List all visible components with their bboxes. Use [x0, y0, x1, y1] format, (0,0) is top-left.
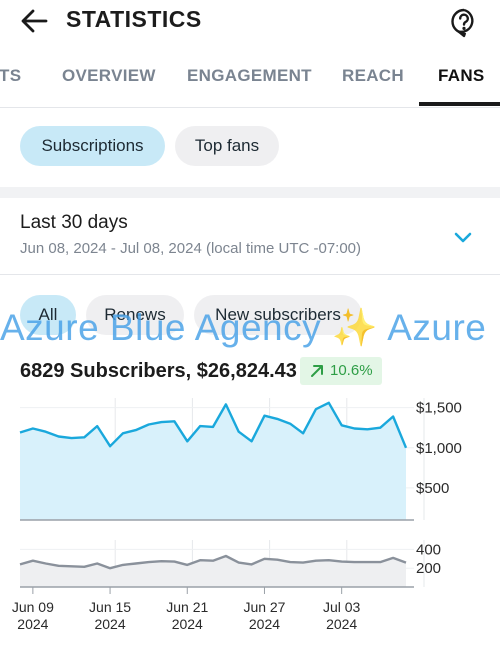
y-tick-label: 200 [416, 560, 441, 577]
arrow-up-right-icon [311, 365, 323, 377]
tab-reach[interactable]: REACH [342, 66, 404, 86]
x-tick-year: 2024 [172, 616, 203, 632]
y-tick-label: $1,000 [416, 440, 462, 457]
x-tick-date: Jun 27 [243, 599, 285, 615]
x-tick-year: 2024 [326, 616, 357, 632]
x-tick-date: Jun 15 [89, 599, 131, 615]
tab-its[interactable]: ITS [0, 66, 21, 86]
growth-percentage: 10.6% [330, 362, 373, 379]
y-tick-label: 400 [416, 541, 441, 558]
y-tick-label: $500 [416, 480, 449, 497]
x-tick-year: 2024 [17, 616, 48, 632]
app-header: STATISTICS [0, 0, 500, 44]
growth-badge: 10.6% [300, 357, 382, 385]
x-tick-year: 2024 [94, 616, 125, 632]
revenue-area [20, 402, 406, 520]
filter-renews-chip[interactable]: Renews [86, 295, 184, 335]
x-tick-date: Jun 21 [166, 599, 208, 615]
active-tab-indicator [419, 102, 500, 106]
subscribers-summary: 6829 Subscribers, $26,824.43 [20, 360, 297, 382]
section-divider [0, 187, 500, 198]
x-tick-date: Jun 09 [12, 599, 54, 615]
tab-fans[interactable]: FANS [438, 66, 485, 86]
filter-new-subscribers-chip[interactable]: New subscribers [194, 295, 362, 335]
y-tick-label: $1,500 [416, 400, 462, 417]
range-divider [0, 274, 500, 275]
back-arrow-icon[interactable] [18, 7, 50, 35]
subscriptions-chip[interactable]: Subscriptions [20, 126, 165, 166]
stats-tabs: ITS OVERVIEW ENGAGEMENT REACH FANS [0, 52, 500, 108]
x-tick-date: Jul 03 [323, 599, 361, 615]
help-icon[interactable] [448, 6, 480, 38]
x-tick-year: 2024 [249, 616, 280, 632]
filter-all-chip[interactable]: All [20, 295, 76, 335]
chevron-down-icon[interactable] [450, 224, 476, 250]
page-title: STATISTICS [66, 6, 202, 32]
tab-engagement[interactable]: ENGAGEMENT [187, 66, 312, 86]
date-range-title[interactable]: Last 30 days [20, 212, 128, 234]
tab-overview[interactable]: OVERVIEW [62, 66, 156, 86]
subscriptions-chart: $1,500$1,000$500 400200 Jun 092024Jun 15… [12, 398, 462, 632]
date-range-subtitle: Jun 08, 2024 - Jul 08, 2024 (local time … [20, 240, 362, 257]
top-fans-chip[interactable]: Top fans [175, 126, 279, 166]
